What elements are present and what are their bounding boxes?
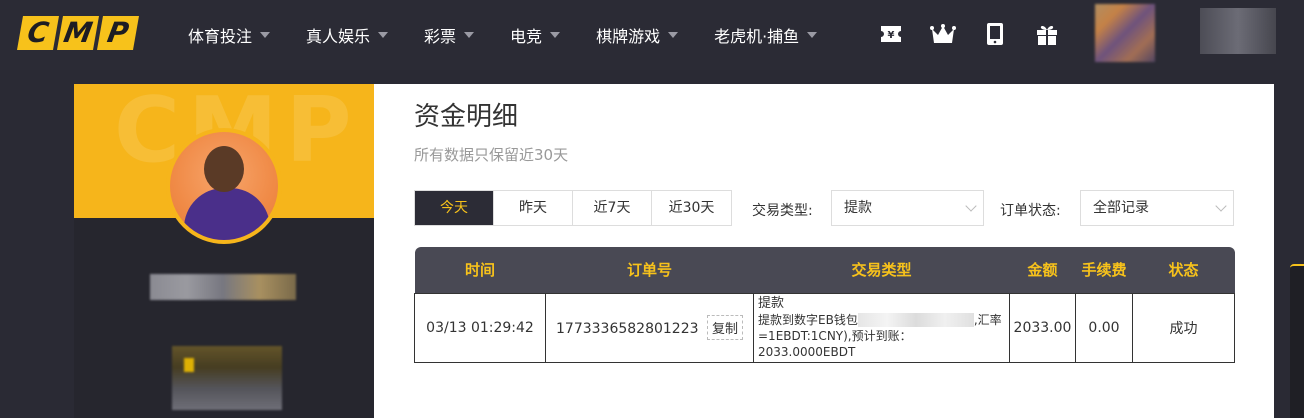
mobile-icon[interactable] (982, 20, 1008, 48)
chevron-down-icon (378, 32, 389, 38)
table-header-row: 时间 订单号 交易类型 金额 手续费 状态 (414, 247, 1235, 293)
nav-item-live-casino[interactable]: 真人娱乐 (306, 23, 389, 47)
column-header-time: 时间 (414, 247, 546, 293)
date-range-tabs: 今天 昨天 近7天 近30天 (414, 190, 732, 226)
column-header-type: 交易类型 (753, 247, 1010, 293)
cell-amount: 2033.00 (1009, 292, 1076, 363)
nav-item-label: 老虎机·捕鱼 (714, 27, 800, 46)
column-header-status: 状态 (1132, 247, 1235, 293)
nav-item-label: 体育投注 (188, 27, 253, 46)
transaction-type-label: 交易类型: (752, 203, 813, 219)
main-content: 资金明细 所有数据只保留近30天 今天 昨天 近7天 近30天 交易类型: 提款… (374, 84, 1274, 418)
avatar-figure-body (184, 188, 270, 240)
profile-balance (172, 346, 282, 410)
tab-yesterday[interactable]: 昨天 (494, 191, 573, 225)
column-header-fee: 手续费 (1075, 247, 1133, 293)
nav-item-slots-fishing[interactable]: 老虎机·捕鱼 (714, 23, 818, 47)
avatar[interactable] (1095, 4, 1155, 62)
nav-item-esports[interactable]: 电竞 (510, 23, 561, 47)
chevron-down-icon (464, 32, 475, 38)
nav-item-label: 真人娱乐 (306, 27, 371, 46)
cell-fee: 0.00 (1075, 292, 1133, 363)
order-number: 1773336582801223 (556, 321, 699, 337)
nav-item-label: 棋牌游戏 (596, 27, 661, 46)
order-status-label: 订单状态: (1000, 203, 1061, 219)
cell-status: 成功 (1132, 292, 1235, 363)
cell-order-no: 1773336582801223 复制 (545, 292, 754, 363)
profile-avatar[interactable] (166, 128, 282, 244)
tab-today[interactable]: 今天 (415, 191, 494, 225)
username[interactable] (1200, 8, 1276, 54)
chevron-down-icon (965, 200, 977, 212)
transaction-type-select[interactable]: 提款 (831, 190, 984, 226)
type-detail-prefix: 提款到数字EB钱包 (758, 312, 858, 327)
wallet-address-mask (857, 313, 974, 327)
type-title: 提款 (758, 295, 785, 311)
nav-item-lottery[interactable]: 彩票 (424, 23, 475, 47)
logo-letter-p: P (97, 16, 139, 50)
chevron-down-icon (807, 32, 818, 38)
main-nav: 体育投注 真人娱乐 彩票 电竞 棋牌游戏 老虎机·捕鱼 (188, 0, 853, 70)
transaction-type-value: 提款 (844, 200, 872, 216)
gift-icon[interactable] (1034, 20, 1060, 48)
order-status-select[interactable]: 全部记录 (1080, 190, 1234, 226)
crown-icon[interactable] (930, 20, 956, 48)
cell-transaction-type: 提款 提款到数字EB钱包 ,汇率=1EBDT:1CNY),预计到账：2033.00… (753, 292, 1010, 363)
nav-item-sports[interactable]: 体育投注 (188, 23, 271, 47)
chevron-down-icon (1215, 200, 1227, 212)
chevron-down-icon (668, 32, 679, 38)
logo-letter-m: M (57, 16, 99, 50)
profile-username (150, 274, 296, 300)
nav-item-label: 彩票 (424, 27, 457, 46)
profile-sidebar: CMP (74, 84, 374, 418)
copy-button[interactable]: 复制 (706, 315, 743, 340)
table-row: 03/13 01:29:42 1773336582801223 复制 提款 提款… (414, 292, 1235, 363)
nav-item-label: 电竞 (510, 27, 543, 46)
cell-time: 03/13 01:29:42 (414, 292, 546, 363)
chevron-down-icon (550, 32, 561, 38)
transactions-table: 时间 订单号 交易类型 金额 手续费 状态 03/13 01:29:42 177… (414, 247, 1235, 363)
nav-item-card-games[interactable]: 棋牌游戏 (596, 23, 679, 47)
avatar-figure-head (204, 146, 244, 192)
svg-text:¥: ¥ (888, 30, 895, 41)
type-detail: 提款到数字EB钱包 ,汇率=1EBDT:1CNY),预计到账：2033.0000E… (758, 312, 1005, 360)
page-subtitle: 所有数据只保留近30天 (414, 146, 569, 164)
page-title: 资金明细 (414, 102, 519, 132)
header-tools: ¥ (878, 20, 1060, 48)
tab-last-30-days[interactable]: 近30天 (652, 191, 731, 225)
tab-last-7-days[interactable]: 近7天 (573, 191, 652, 225)
chevron-down-icon (260, 32, 271, 38)
order-status-value: 全部记录 (1093, 200, 1149, 216)
top-navigation-bar: C M P 体育投注 真人娱乐 彩票 电竞 棋牌游戏 老虎机·捕鱼 ¥ (0, 0, 1304, 70)
ticket-icon[interactable]: ¥ (878, 20, 904, 48)
column-header-amount: 金额 (1009, 247, 1076, 293)
cmp-logo[interactable]: C M P (17, 16, 139, 50)
floating-side-panel-edge[interactable] (1290, 264, 1304, 418)
column-header-order-no: 订单号 (545, 247, 754, 293)
logo-letter-c: C (17, 16, 59, 50)
